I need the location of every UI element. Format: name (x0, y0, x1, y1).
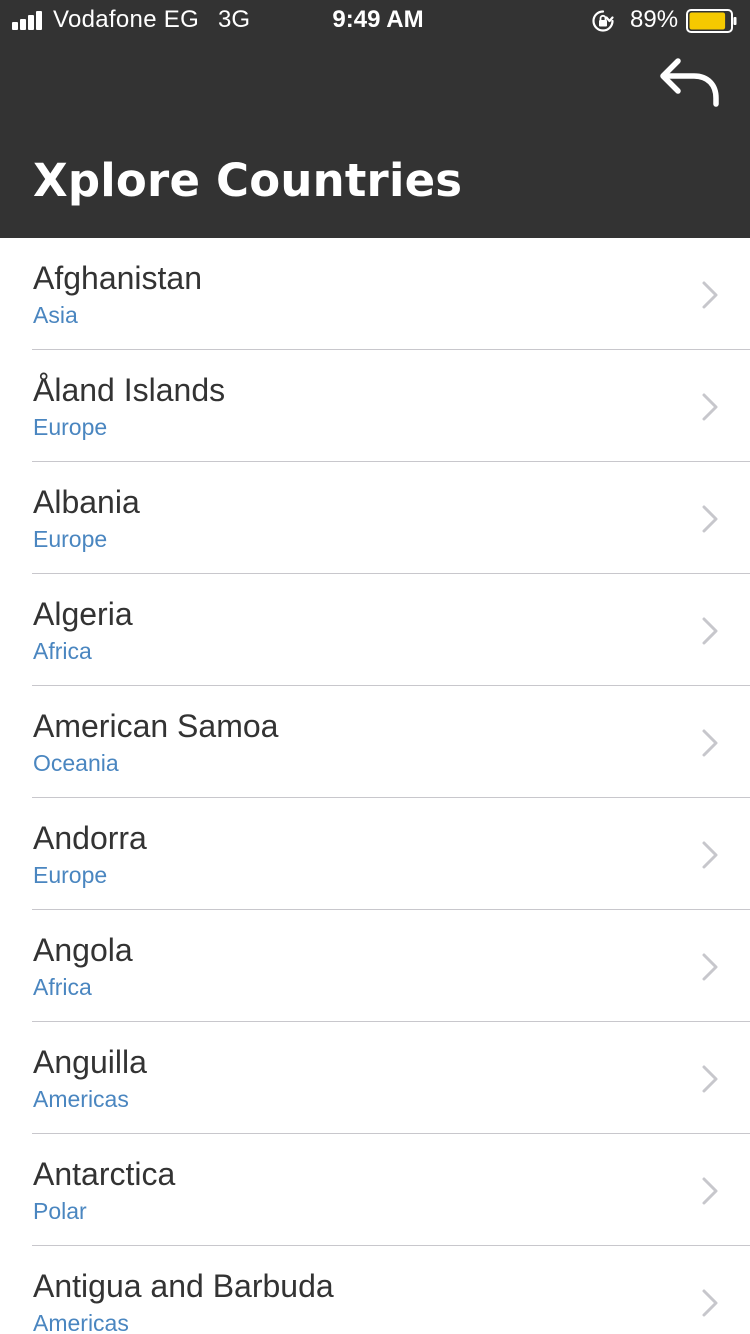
chevron-right-icon (702, 953, 718, 981)
chevron-right-icon (702, 1065, 718, 1093)
country-name: Albania (33, 484, 140, 520)
screen: Vodafone EG 3G 9:49 AM 89% Xplore Countr… (0, 0, 750, 1334)
country-region: Africa (33, 974, 92, 1000)
country-row[interactable]: Albania Europe (0, 462, 750, 574)
country-name: Antarctica (33, 1156, 176, 1192)
country-row[interactable]: Åland Islands Europe (0, 350, 750, 462)
country-name: American Samoa (33, 708, 279, 744)
country-row[interactable]: Angola Africa (0, 910, 750, 1022)
country-region: Polar (33, 1198, 87, 1224)
page-title: Xplore Countries (33, 154, 463, 207)
chevron-right-icon (702, 729, 718, 757)
battery-icon (686, 9, 737, 33)
chevron-right-icon (702, 1289, 718, 1317)
country-name: Afghanistan (33, 260, 203, 296)
country-row[interactable]: Algeria Africa (0, 574, 750, 686)
country-region: Americas (33, 1086, 129, 1112)
country-region: Americas (33, 1310, 129, 1334)
country-row[interactable]: Andorra Europe (0, 798, 750, 910)
chevron-right-icon (702, 281, 718, 309)
country-region: Asia (33, 302, 78, 328)
chevron-right-icon (702, 505, 718, 533)
country-name: Andorra (33, 820, 147, 856)
country-name: Antigua and Barbuda (33, 1268, 334, 1304)
country-row[interactable]: Afghanistan Asia (0, 238, 750, 350)
chevron-right-icon (702, 393, 718, 421)
country-name: Angola (33, 932, 133, 968)
chevron-right-icon (702, 1177, 718, 1205)
country-row[interactable]: Anguilla Americas (0, 1022, 750, 1134)
country-region: Oceania (33, 750, 119, 776)
country-name: Anguilla (33, 1044, 147, 1080)
reply-arrow-icon[interactable] (656, 52, 722, 112)
country-region: Europe (33, 526, 108, 552)
country-row[interactable]: American Samoa Oceania (0, 686, 750, 798)
country-region: Africa (33, 638, 92, 664)
chevron-right-icon (702, 617, 718, 645)
chevron-right-icon (702, 841, 718, 869)
status-bar: Vodafone EG 3G 9:49 AM 89% (0, 0, 750, 40)
navigation-header: Vodafone EG 3G 9:49 AM 89% Xplore Countr… (0, 0, 750, 238)
country-region: Europe (33, 414, 108, 440)
country-list: Afghanistan Asia Åland Islands Europe Albani… (0, 238, 750, 1334)
orientation-lock-icon (592, 10, 614, 32)
country-row[interactable]: Antarctica Polar (0, 1134, 750, 1246)
battery-percentage: 89% (630, 6, 679, 33)
country-name: Algeria (33, 596, 133, 632)
country-name: Åland Islands (33, 372, 226, 408)
country-row[interactable]: Antigua and Barbuda Americas (0, 1246, 750, 1334)
country-region: Europe (33, 862, 108, 888)
